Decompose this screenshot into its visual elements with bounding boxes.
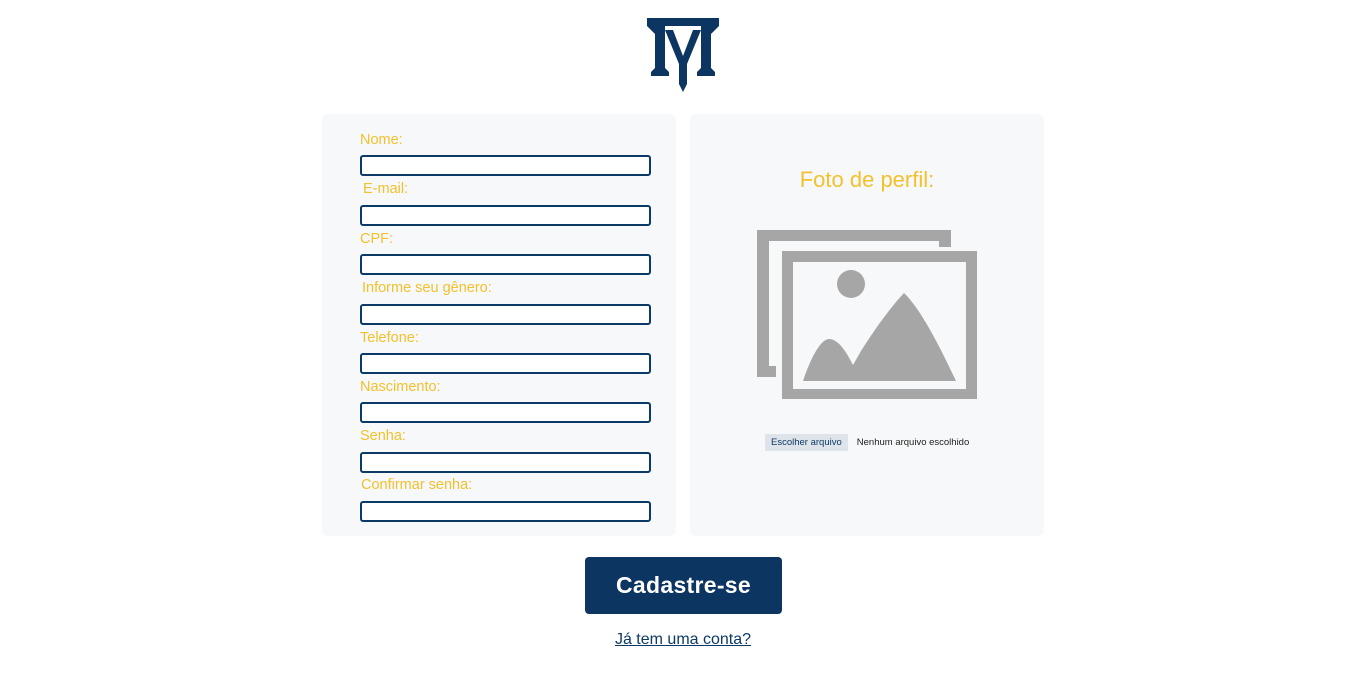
cpf-input[interactable] [360, 254, 651, 275]
image-placeholder-icon [757, 230, 977, 399]
profile-photo-panel: Foto de perfil: Escolher arquivo Nenhum … [690, 114, 1044, 536]
brand-logo [647, 18, 719, 92]
file-status-text: Nenhum arquivo escolhido [856, 437, 970, 448]
gender-label: Informe seu gênero: [362, 280, 492, 296]
gender-input[interactable] [360, 304, 651, 325]
phone-label: Telefone: [360, 330, 419, 346]
file-upload: Escolher arquivo Nenhum arquivo escolhid… [765, 434, 969, 451]
photo-title: Foto de perfil: [799, 167, 935, 192]
password-label: Senha: [360, 428, 406, 444]
choose-file-button[interactable]: Escolher arquivo [765, 434, 848, 451]
registration-form: Nome: E-mail: CPF: Informe seu gênero: T… [322, 114, 676, 536]
confirm-password-input[interactable] [360, 501, 651, 522]
phone-input[interactable] [360, 353, 651, 374]
birthdate-label: Nascimento: [360, 379, 441, 395]
confirm-password-label: Confirmar senha: [361, 477, 473, 493]
signup-page: Nome: E-mail: CPF: Informe seu gênero: T… [0, 0, 1366, 694]
email-label: E-mail: [363, 181, 409, 197]
name-label: Nome: [360, 132, 403, 148]
password-input[interactable] [360, 452, 651, 473]
birthdate-input[interactable] [360, 402, 651, 423]
email-input[interactable] [360, 205, 651, 226]
login-link[interactable]: Já tem uma conta? [0, 630, 1366, 650]
cpf-label: CPF: [360, 231, 394, 247]
name-input[interactable] [360, 155, 651, 176]
signup-button[interactable]: Cadastre-se [585, 557, 782, 614]
